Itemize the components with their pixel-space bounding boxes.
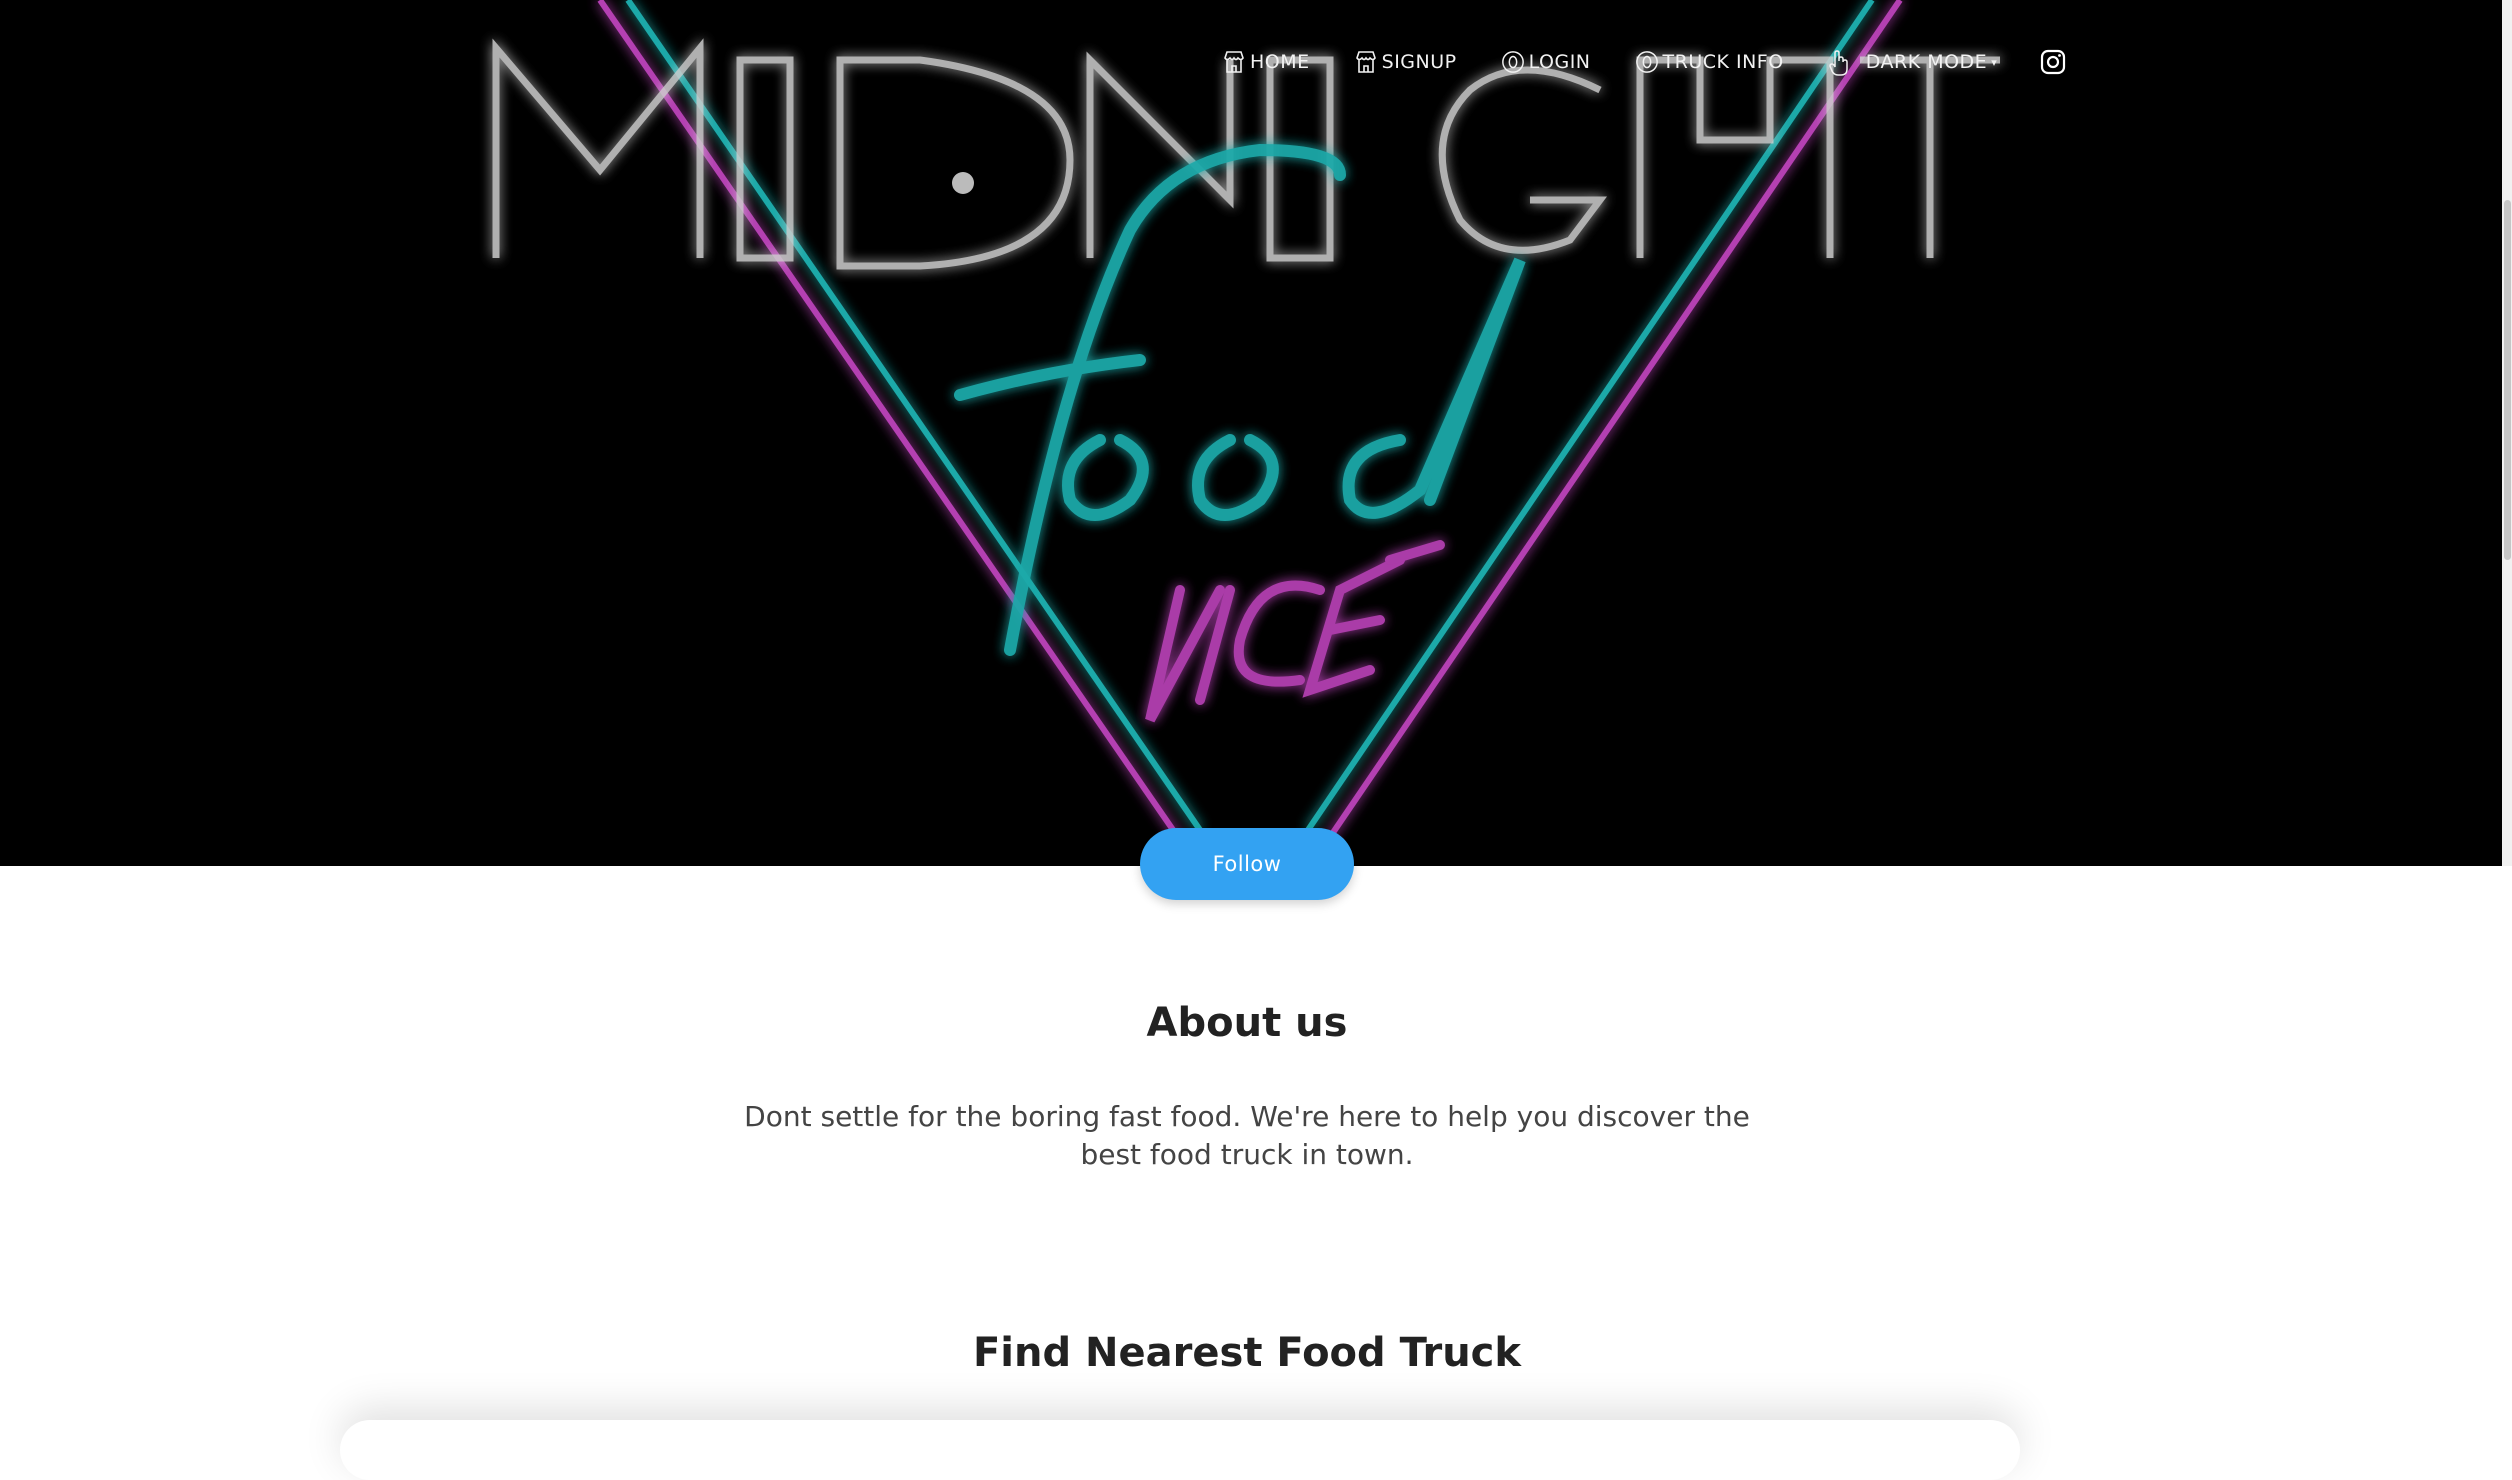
store-icon [1354,49,1378,75]
find-truck-title: Find Nearest Food Truck [972,1330,1521,1376]
follow-button[interactable]: Follow [1140,828,1354,900]
pointer-hand-icon [1828,49,1852,76]
about-text: Dont settle for the boring fast food. We… [744,1100,1750,1171]
instagram-icon[interactable] [2039,48,2067,76]
nav-truck-info[interactable]: TRUCK INFO [1635,49,1784,75]
nav-login[interactable]: LOGIN [1501,49,1591,75]
scrollbar-thumb[interactable] [2504,200,2511,560]
neon-v-lines [597,0,1903,842]
midnight-food-vice-logo [492,0,2000,842]
logo-dot [952,172,974,194]
caret-down-icon: ▾ [1991,55,1998,69]
nav-signup[interactable]: SIGNUP [1354,49,1457,75]
user-circle-icon [1635,49,1659,75]
nav-home[interactable]: HOME [1222,49,1310,75]
nav-signup-label: SIGNUP [1381,51,1457,73]
nav-login-label: LOGIN [1528,51,1591,73]
store-icon [1222,49,1246,75]
nav-truck-info-label: TRUCK INFO [1662,51,1784,73]
vice-word [1145,540,1445,723]
nav-home-label: HOME [1250,51,1310,73]
user-circle-icon [1501,49,1525,75]
hero-banner: HOME SIGNUP LOGIN TRUCK INFO DARK MODE ▾ [0,0,2502,866]
nav-dark-mode-label: DARK MODE [1865,51,1988,73]
map-card [340,1420,2020,1480]
top-nav: HOME SIGNUP LOGIN TRUCK INFO DARK MODE ▾ [1222,44,2067,80]
about-title: About us [1146,1000,1348,1046]
nav-dark-mode-dropdown[interactable]: DARK MODE ▾ [1828,49,1998,76]
page-scrollbar[interactable] [2502,0,2512,866]
